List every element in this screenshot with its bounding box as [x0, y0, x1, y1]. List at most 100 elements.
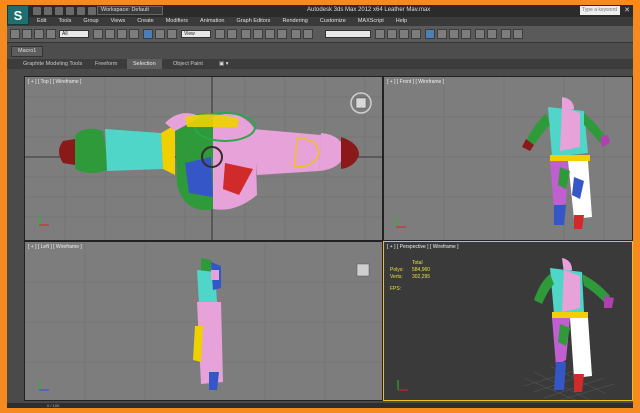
render-setup-icon[interactable]	[437, 29, 447, 39]
material-editor-icon[interactable]	[425, 29, 435, 39]
menu-maxscript[interactable]: MAXScript	[352, 17, 390, 26]
open-icon[interactable]	[44, 7, 52, 15]
viewport-label[interactable]: [ + ] [ Left ] [ Wireframe ]	[28, 244, 82, 250]
menu-group[interactable]: Group	[77, 17, 104, 26]
axis-tripod-icon	[397, 380, 408, 391]
stats-verts-value: 302,295	[412, 274, 431, 280]
viewport-label[interactable]: [ + ] [ Top ] [ Wireframe ]	[28, 79, 81, 85]
reference-coordinate-dropdown[interactable]: View	[181, 30, 211, 38]
named-selection-dropdown[interactable]	[325, 30, 371, 38]
stats-polys-value: 584,960	[412, 267, 431, 273]
quick-access-toolbar	[33, 7, 96, 15]
app-window: S Workspace: Default Autodesk 3ds Max 20…	[7, 5, 633, 408]
main-toolbar: All View	[7, 26, 633, 43]
viewport-top[interactable]: [ + ] [ Top ] [ Wireframe ]	[24, 76, 383, 241]
schematic-view-icon[interactable]	[411, 29, 421, 39]
project-folder-icon[interactable]	[88, 7, 96, 15]
stats-header: Total	[412, 260, 423, 266]
select-move-icon[interactable]	[143, 29, 153, 39]
undo-icon[interactable]	[10, 29, 20, 39]
ribbon-tabs: Graphite Modeling Tools Freeform Selecti…	[7, 59, 633, 69]
menu-modifiers[interactable]: Modifiers	[160, 17, 194, 26]
render-production-icon[interactable]	[461, 29, 471, 39]
viewport-left[interactable]: [ + ] [ Left ] [ Wireframe ]	[24, 241, 383, 401]
stats-fps-label: FPS:	[390, 286, 402, 292]
menu-customize[interactable]: Customize	[314, 17, 352, 26]
workspace-dropdown[interactable]: Workspace: Default	[97, 6, 163, 15]
pivot-icon[interactable]	[215, 29, 225, 39]
redo-icon[interactable]	[77, 7, 85, 15]
percent-snap-icon[interactable]	[265, 29, 275, 39]
left-view-canvas	[25, 242, 382, 400]
menu-create[interactable]: Create	[131, 17, 160, 26]
activeshade-icon[interactable]	[487, 29, 497, 39]
link-icon[interactable]	[34, 29, 44, 39]
redo-icon[interactable]	[22, 29, 32, 39]
scene-statistics: Total Polys: 584,960 Verts: 302,295 FPS:	[390, 260, 430, 293]
front-view-canvas	[384, 77, 632, 240]
edit-named-selection-icon[interactable]	[291, 29, 301, 39]
menu-tools[interactable]: Tools	[52, 17, 77, 26]
snap-toggle-icon[interactable]	[241, 29, 251, 39]
viewport-perspective[interactable]: [ + ] [ Perspective ] [ Wireframe ] Tota…	[383, 241, 633, 401]
menu-bar: Edit Tools Group Views Create Modifiers …	[7, 17, 633, 26]
menu-views[interactable]: Views	[105, 17, 132, 26]
viewport-front[interactable]: [ + ] [ Front ] [ Wireframe ]	[383, 76, 633, 241]
menu-graph-editors[interactable]: Graph Editors	[231, 17, 277, 26]
render-online-icon[interactable]	[501, 29, 511, 39]
manipulate-icon[interactable]	[227, 29, 237, 39]
ribbon-options-icon[interactable]: ▣ ▾	[219, 59, 229, 69]
search-input[interactable]: Type a keyword	[580, 6, 620, 15]
garment-left-view	[193, 258, 223, 390]
viewport-label[interactable]: [ + ] [ Perspective ] [ Wireframe ]	[387, 244, 459, 250]
menu-rendering[interactable]: Rendering	[276, 17, 313, 26]
garment-perspective-view	[534, 258, 614, 392]
axis-tripod-icon	[38, 380, 49, 391]
time-slider-bar[interactable]: 0 / 100	[7, 403, 633, 408]
teapot-icon[interactable]	[513, 29, 523, 39]
ribbon-tab-selection[interactable]: Selection	[127, 59, 162, 69]
axis-tripod-icon	[395, 217, 406, 228]
graphite-toggle-icon[interactable]	[387, 29, 397, 39]
select-by-name-icon[interactable]	[105, 29, 115, 39]
garment-top-view	[59, 112, 359, 210]
perspective-grid	[523, 365, 615, 400]
menu-help[interactable]: Help	[390, 17, 413, 26]
close-icon[interactable]: ✕	[622, 6, 632, 15]
axis-tripod-icon	[38, 215, 49, 226]
ribbon-tab-graphite[interactable]: Graphite Modeling Tools	[23, 59, 82, 69]
title-bar: S Workspace: Default Autodesk 3ds Max 20…	[7, 5, 633, 25]
ribbon-tab-object-paint[interactable]: Object Paint	[173, 59, 203, 69]
layer-manager-icon[interactable]	[375, 29, 385, 39]
menu-animation[interactable]: Animation	[194, 17, 230, 26]
top-view-canvas	[25, 77, 382, 240]
angle-snap-icon[interactable]	[253, 29, 263, 39]
stats-verts-label: Verts:	[390, 274, 403, 280]
macro-tabs-row: Macro1	[7, 43, 633, 59]
unlink-icon[interactable]	[46, 29, 56, 39]
viewport-label[interactable]: [ + ] [ Front ] [ Wireframe ]	[387, 79, 444, 85]
window-crossing-icon[interactable]	[129, 29, 139, 39]
curve-editor-icon[interactable]	[399, 29, 409, 39]
select-rotate-icon[interactable]	[155, 29, 165, 39]
rendered-frame-window-icon[interactable]	[449, 29, 459, 39]
app-menu-button[interactable]: S	[7, 5, 29, 25]
ribbon-tab-freeform[interactable]: Freeform	[95, 59, 117, 69]
viewcube-icon	[350, 92, 372, 114]
render-iterative-icon[interactable]	[475, 29, 485, 39]
selection-region-icon[interactable]	[117, 29, 127, 39]
tab-macro1[interactable]: Macro1	[11, 46, 44, 57]
selection-filter-dropdown[interactable]: All	[59, 30, 89, 38]
select-scale-icon[interactable]	[167, 29, 177, 39]
mirror-icon[interactable]	[303, 29, 313, 39]
select-object-icon[interactable]	[93, 29, 103, 39]
save-icon[interactable]	[55, 7, 63, 15]
menu-edit[interactable]: Edit	[31, 17, 52, 26]
stats-polys-label: Polys:	[390, 267, 404, 273]
spinner-snap-icon[interactable]	[277, 29, 287, 39]
window-title: Autodesk 3ds Max 2012 x64 Leather Mav.ma…	[307, 7, 431, 13]
time-slider-text: 0 / 100	[47, 403, 60, 408]
new-icon[interactable]	[33, 7, 41, 15]
undo-icon[interactable]	[66, 7, 74, 15]
viewcube-icon	[356, 263, 370, 277]
